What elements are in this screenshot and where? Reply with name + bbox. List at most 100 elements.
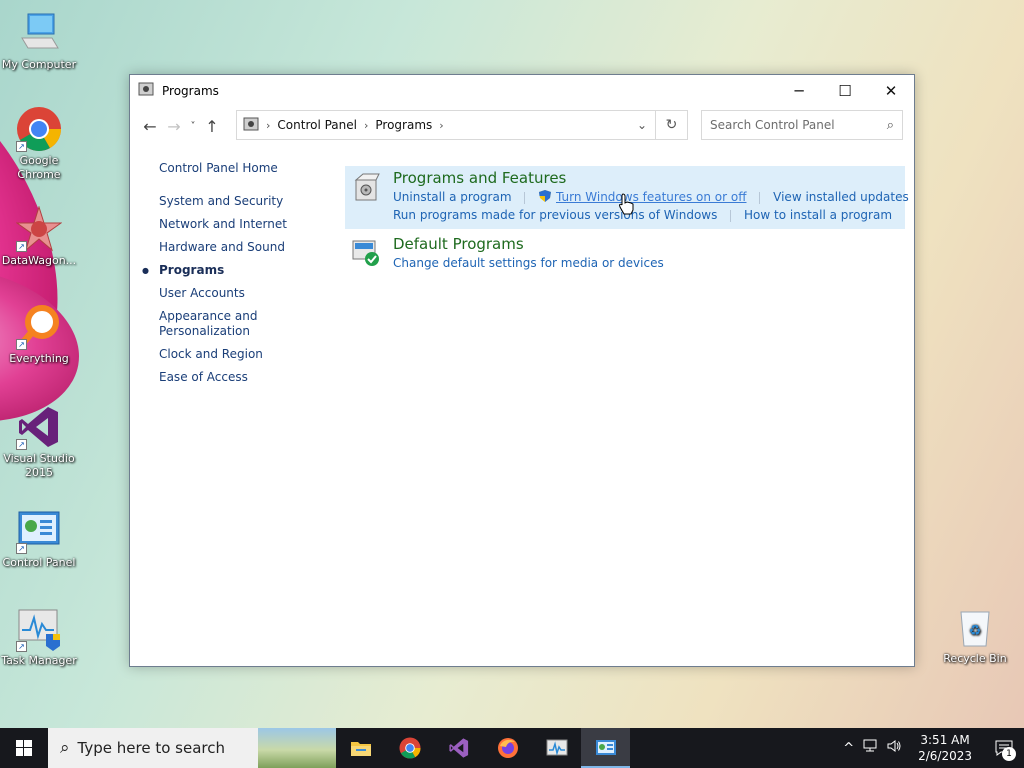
breadcrumb-control-panel[interactable]: Control Panel	[277, 118, 357, 132]
show-hidden-icons-chevron-icon[interactable]: ^	[839, 741, 858, 756]
turn-windows-features-link[interactable]: Turn Windows features on or off	[556, 188, 747, 206]
desktop-icon-datawagon[interactable]: ↗ DataWagon...	[0, 205, 78, 268]
nav-hardware-and-sound[interactable]: Hardware and Sound	[159, 240, 329, 255]
nav-control-panel-home[interactable]: Control Panel Home	[159, 161, 329, 176]
search-input[interactable]: Search Control Panel ⌕	[701, 110, 903, 140]
minimize-button[interactable]: ─	[776, 75, 822, 106]
default-programs-icon	[351, 238, 381, 268]
chrome-icon	[398, 737, 421, 759]
nav-network-and-internet[interactable]: Network and Internet	[159, 217, 329, 232]
window-title: Programs	[162, 83, 219, 98]
category-default-programs: Default Programs Change default settings…	[345, 232, 905, 272]
desktop-icon-label: My Computer	[1, 58, 77, 71]
uac-shield-icon	[538, 188, 552, 206]
recycle-bin-icon: ♻	[952, 604, 998, 650]
taskbar-visual-studio[interactable]	[434, 728, 483, 768]
desktop-icon-my-computer[interactable]: My Computer	[0, 10, 78, 72]
clock-date: 2/6/2023	[918, 749, 972, 763]
breadcrumb-separator-icon: ›	[266, 118, 271, 132]
control-panel-icon	[595, 740, 616, 755]
breadcrumb-programs[interactable]: Programs	[375, 118, 432, 132]
volume-icon[interactable]	[882, 739, 906, 757]
desktop-icon-label: Google Chrome	[17, 154, 61, 181]
close-button[interactable]: ✕	[868, 75, 914, 106]
desktop-icon-control-panel[interactable]: ↗ Control Panel	[0, 508, 78, 570]
desktop-icon-google-chrome[interactable]: ↗ Google Chrome	[0, 106, 78, 182]
taskbar-search-box[interactable]: ⌕ Type here to search	[48, 728, 336, 768]
programs-and-features-heading[interactable]: Programs and Features	[393, 168, 899, 188]
visual-studio-icon: ↗	[16, 404, 62, 450]
network-icon[interactable]	[858, 739, 882, 757]
desktop-icon-label: Control Panel	[2, 556, 76, 569]
search-icon: ⌕	[60, 738, 70, 758]
desktop-icon-label: DataWagon...	[1, 254, 77, 267]
search-highlight-image	[258, 728, 336, 768]
datawagon-icon: ↗	[15, 205, 63, 252]
how-to-install-program-link[interactable]: How to install a program	[744, 206, 892, 224]
computer-icon	[16, 10, 62, 56]
nav-programs[interactable]: Programs	[142, 263, 329, 278]
forward-arrow-icon[interactable]: →	[162, 113, 186, 139]
control-panel-icon	[243, 116, 259, 135]
file-explorer-icon	[350, 742, 371, 756]
start-button[interactable]	[0, 728, 48, 768]
up-arrow-icon[interactable]: ↑	[200, 113, 224, 139]
back-arrow-icon[interactable]: ←	[138, 113, 162, 139]
nav-user-accounts[interactable]: User Accounts	[159, 286, 329, 301]
uninstall-program-link[interactable]: Uninstall a program	[393, 188, 512, 206]
desktop-icon-label: Visual Studio 2015	[3, 452, 75, 479]
recent-locations-chevron-icon[interactable]: ˅	[186, 113, 200, 139]
default-programs-heading[interactable]: Default Programs	[393, 234, 899, 254]
nav-appearance-and-personalization[interactable]: Appearance and Personalization	[159, 309, 269, 339]
desktop-icon-recycle-bin[interactable]: ♻ Recycle Bin	[936, 604, 1014, 666]
run-programs-previous-versions-link[interactable]: Run programs made for previous versions …	[393, 206, 717, 224]
hand-pointer-cursor-icon	[618, 193, 636, 218]
link-divider	[759, 191, 761, 204]
search-placeholder: Search Control Panel	[710, 118, 835, 132]
control-panel-icon: ↗	[16, 508, 62, 554]
system-tray: ^ 3:51 AM 2/6/2023 1	[839, 728, 1024, 768]
address-bar[interactable]: › Control Panel › Programs › ⌄	[236, 110, 656, 140]
windows-logo-icon	[16, 740, 32, 756]
desktop-icon-label: Task Manager	[1, 654, 77, 667]
refresh-button[interactable]: ↻	[656, 110, 688, 140]
address-dropdown-chevron-icon[interactable]: ⌄	[629, 118, 655, 132]
maximize-button[interactable]: ☐	[822, 75, 868, 106]
link-divider	[524, 191, 526, 204]
taskbar-clock[interactable]: 3:51 AM 2/6/2023	[906, 732, 984, 764]
task-manager-icon: ↗	[16, 606, 62, 652]
nav-ease-of-access[interactable]: Ease of Access	[159, 370, 329, 385]
change-default-settings-link[interactable]: Change default settings for media or dev…	[393, 254, 664, 272]
taskbar-file-explorer[interactable]	[336, 728, 385, 768]
search-icon: ⌕	[886, 117, 894, 133]
view-installed-updates-link[interactable]: View installed updates	[773, 188, 909, 206]
desktop-icon-label: Everything	[9, 352, 69, 365]
title-bar[interactable]: Programs ─ ☐ ✕	[130, 75, 914, 106]
programs-and-features-icon	[351, 172, 381, 202]
control-panel-window: Programs ─ ☐ ✕ ← → ˅ ↑ › Control Panel ›…	[129, 74, 915, 667]
taskbar-task-manager[interactable]	[532, 728, 581, 768]
notification-badge: 1	[1002, 747, 1016, 761]
desktop-icon-everything[interactable]: ↗ Everything	[0, 304, 78, 366]
chrome-icon: ↗	[16, 106, 62, 152]
taskbar-firefox[interactable]	[483, 728, 532, 768]
svg-text:♻: ♻	[969, 623, 982, 639]
desktop-icon-label: Recycle Bin	[943, 652, 1007, 665]
firefox-icon	[497, 738, 518, 758]
breadcrumb-separator-icon[interactable]: ›	[364, 119, 368, 132]
taskbar-control-panel[interactable]	[581, 728, 630, 768]
nav-system-and-security[interactable]: System and Security	[159, 194, 329, 209]
clock-time: 3:51 AM	[920, 733, 970, 747]
action-center-button[interactable]: 1	[984, 728, 1024, 768]
taskbar-search-placeholder: Type here to search	[77, 739, 225, 757]
visual-studio-icon	[448, 738, 468, 758]
nav-clock-and-region[interactable]: Clock and Region	[159, 347, 329, 362]
link-divider	[730, 209, 732, 222]
task-manager-icon	[546, 739, 567, 756]
taskbar-chrome[interactable]	[385, 728, 434, 768]
taskbar: ⌕ Type here to search ^ 3:51 AM 2/6/2023	[0, 728, 1024, 768]
breadcrumb-separator-icon[interactable]: ›	[439, 119, 443, 132]
left-navigation: Control Panel Home System and Security N…	[142, 161, 329, 393]
desktop-icon-task-manager[interactable]: ↗ Task Manager	[0, 606, 78, 668]
desktop-icon-visual-studio[interactable]: ↗ Visual Studio 2015	[0, 404, 78, 480]
